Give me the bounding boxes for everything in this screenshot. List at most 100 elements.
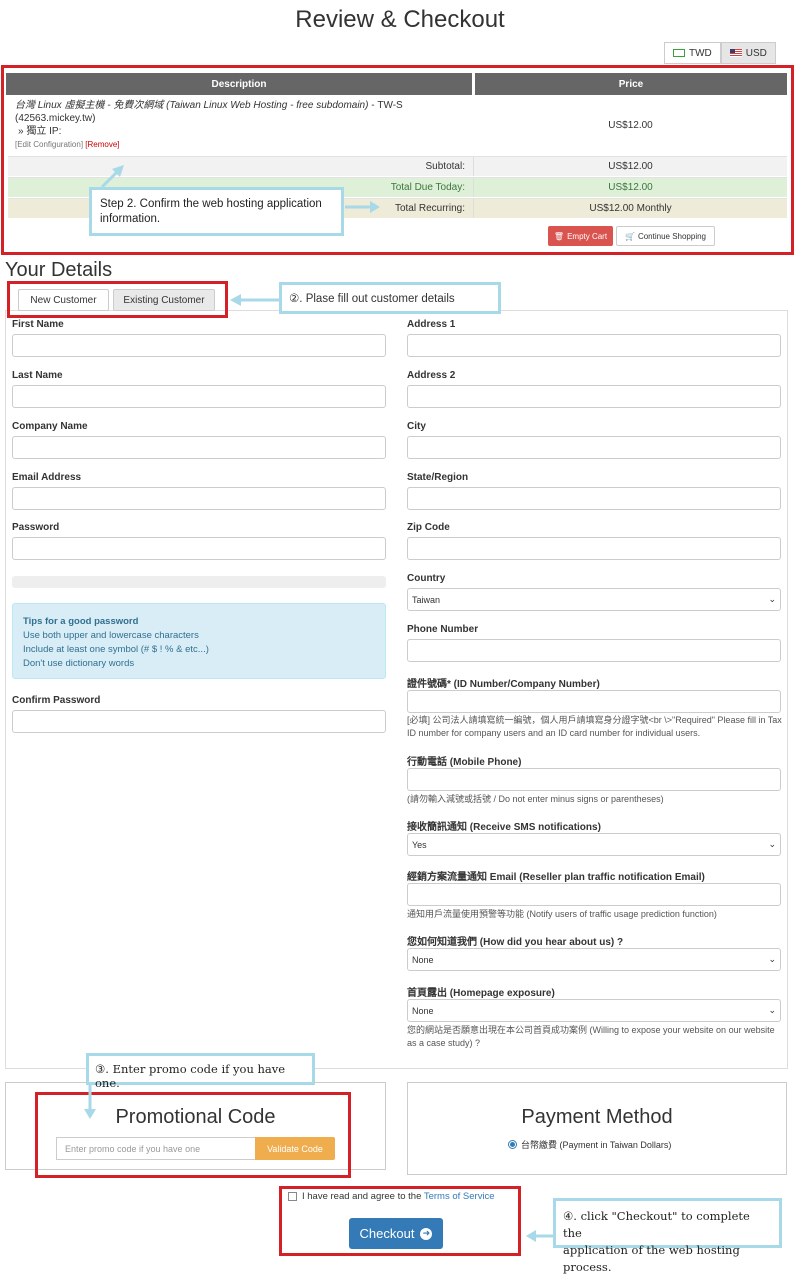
radio-selected-icon[interactable] bbox=[508, 1140, 517, 1149]
arrow-right-circle-icon: ➜ bbox=[420, 1227, 433, 1240]
password-input[interactable] bbox=[12, 537, 386, 560]
email-input[interactable] bbox=[12, 487, 386, 510]
email-label: Email Address bbox=[12, 472, 82, 483]
chevron-down-icon: ⌄ bbox=[768, 839, 776, 849]
step4-arrow bbox=[84, 1084, 96, 1119]
zip-label: Zip Code bbox=[407, 522, 450, 533]
tip-3: Don't use dictionary words bbox=[23, 658, 135, 669]
validate-code-button[interactable]: Validate Code bbox=[255, 1137, 335, 1160]
cart-item-suffix: - TW-S bbox=[368, 100, 403, 111]
address2-label: Address 2 bbox=[407, 370, 456, 381]
city-input[interactable] bbox=[407, 436, 781, 459]
homepage-exposure-help: 您的網站是否願意出現在本公司首頁成功案例 (Willing to expose … bbox=[407, 1025, 775, 1048]
your-details-heading: Your Details bbox=[5, 259, 113, 281]
password-tips-box: Tips for a good password Use both upper … bbox=[12, 603, 386, 679]
cart-item-description: 台灣 Linux 虛擬主機 - 免費次網域 (Taiwan Linux Web … bbox=[15, 99, 435, 151]
step5-arrow-head bbox=[526, 1230, 536, 1242]
reseller-email-input[interactable] bbox=[407, 883, 781, 906]
total-due-value: US$12.00 bbox=[473, 178, 787, 197]
payment-title: Payment Method bbox=[521, 1106, 673, 1128]
step4-arrow-head bbox=[84, 1109, 96, 1119]
cart-header-price: Price bbox=[475, 73, 787, 95]
address2-input[interactable] bbox=[407, 385, 781, 408]
id-number-label: 證件號碼* (ID Number/Company Number) bbox=[407, 679, 600, 690]
hear-about-value: None bbox=[412, 954, 434, 965]
step5-line1: ④. click "Checkout" to complete the bbox=[563, 1209, 750, 1240]
confirm-password-label: Confirm Password bbox=[12, 695, 101, 706]
tab-existing-customer[interactable]: Existing Customer bbox=[113, 289, 215, 311]
password-strength-bar bbox=[12, 576, 386, 588]
confirm-password-input[interactable] bbox=[12, 710, 386, 733]
state-label: State/Region bbox=[407, 472, 469, 483]
form-right-border bbox=[787, 310, 788, 1069]
empty-cart-label: Empty Cart bbox=[567, 231, 608, 241]
checkout-label: Checkout bbox=[359, 1226, 415, 1241]
state-input[interactable] bbox=[407, 487, 781, 510]
tos-text: I have read and agree to the bbox=[302, 1191, 424, 1202]
phone-input[interactable] bbox=[407, 639, 781, 662]
reseller-email-label: 經銷方案流量通知 Email (Reseller plan traffic no… bbox=[407, 872, 705, 883]
zip-input[interactable] bbox=[407, 537, 781, 560]
currency-usd-button[interactable]: USD bbox=[720, 42, 776, 64]
step3-arrow-head bbox=[230, 294, 241, 306]
phone-label: Phone Number bbox=[407, 624, 479, 635]
checkout-button[interactable]: Checkout ➜ bbox=[349, 1218, 443, 1249]
twd-flag-icon bbox=[673, 49, 685, 57]
currency-twd-label: TWD bbox=[689, 47, 712, 59]
first-name-input[interactable] bbox=[12, 334, 386, 357]
continue-shopping-label: Continue Shopping bbox=[637, 231, 707, 241]
id-number-input[interactable] bbox=[407, 690, 781, 713]
step2-arrow-right-head bbox=[370, 201, 380, 213]
step3-arrow bbox=[230, 294, 282, 306]
cart-item-name: 台灣 Linux 虛擬主機 - 免費次網域 (Taiwan Linux Web … bbox=[15, 100, 369, 111]
payment-option[interactable]: 台幣繳費 (Payment in Taiwan Dollars) bbox=[508, 1138, 671, 1151]
country-value: Taiwan bbox=[412, 594, 441, 605]
continue-shopping-button[interactable]: 🛒 Continue Shopping bbox=[616, 226, 715, 246]
cart-icon: 🛒 bbox=[624, 231, 635, 241]
last-name-input[interactable] bbox=[12, 385, 386, 408]
sms-select[interactable]: Yes ⌄ bbox=[407, 833, 781, 856]
homepage-exposure-select[interactable]: None ⌄ bbox=[407, 999, 781, 1022]
hear-about-select[interactable]: None ⌄ bbox=[407, 948, 781, 971]
cart-header-description: Description bbox=[6, 73, 472, 95]
tos-link[interactable]: Terms of Service bbox=[424, 1191, 495, 1202]
step4-callout: ③. Enter promo code if you have one. bbox=[86, 1053, 315, 1090]
hear-about-label: 您如何知道我們 (How did you hear about us) ? bbox=[407, 937, 624, 948]
currency-twd-button[interactable]: TWD bbox=[664, 42, 721, 64]
remove-item-link[interactable]: [Remove] bbox=[85, 140, 119, 149]
mobile-help: (請勿輸入減號或括號 / Do not enter minus signs or… bbox=[407, 794, 664, 804]
cart-item-ip: » 獨立 IP: bbox=[18, 126, 62, 137]
first-name-label: First Name bbox=[12, 319, 64, 330]
tip-1: Use both upper and lowercase characters bbox=[23, 630, 199, 641]
form-left-border bbox=[5, 310, 6, 1069]
chevron-down-icon: ⌄ bbox=[768, 1005, 776, 1015]
total-recurring-value: US$12.00 Monthly bbox=[473, 199, 787, 218]
cart-item-price: US$12.00 bbox=[608, 120, 653, 131]
mobile-label: 行動電話 (Mobile Phone) bbox=[407, 757, 522, 768]
company-name-input[interactable] bbox=[12, 436, 386, 459]
payment-option-label: 台幣繳費 (Payment in Taiwan Dollars) bbox=[521, 1140, 672, 1150]
trash-icon: 🗑 bbox=[553, 231, 565, 241]
step5-callout: ④. click "Checkout" to complete the appl… bbox=[553, 1198, 782, 1274]
edit-configuration-link[interactable]: [Edit Configuration] bbox=[15, 140, 83, 149]
last-name-label: Last Name bbox=[12, 370, 63, 381]
reseller-email-help: 通知用戶流量使用預警等功能 (Notify users of traffic u… bbox=[407, 909, 717, 919]
tos-agreement: I have read and agree to the Terms of Se… bbox=[288, 1191, 495, 1202]
chevron-down-icon: ⌄ bbox=[768, 594, 776, 604]
id-number-help: [必填] 公司法人請填寫統一編號，個人用戶請填寫身分證字號<br \>"Requ… bbox=[407, 715, 782, 738]
sms-value: Yes bbox=[412, 839, 427, 850]
subtotal-value: US$12.00 bbox=[473, 157, 787, 176]
promo-code-input[interactable]: Enter promo code if you have one bbox=[56, 1137, 256, 1160]
password-label: Password bbox=[12, 522, 60, 533]
page-title: Review & Checkout bbox=[295, 6, 505, 33]
address1-label: Address 1 bbox=[407, 319, 456, 330]
country-select[interactable]: Taiwan ⌄ bbox=[407, 588, 781, 611]
address1-input[interactable] bbox=[407, 334, 781, 357]
tab-new-customer[interactable]: New Customer bbox=[18, 289, 109, 311]
usd-flag-icon bbox=[729, 49, 742, 57]
step3-callout: ②. Plase fill out customer details bbox=[279, 282, 501, 314]
mobile-input[interactable] bbox=[407, 768, 781, 791]
sms-label: 接收簡訊通知 (Receive SMS notifications) bbox=[407, 822, 601, 833]
empty-cart-button[interactable]: 🗑 Empty Cart bbox=[548, 226, 613, 246]
tos-checkbox[interactable] bbox=[288, 1192, 297, 1201]
